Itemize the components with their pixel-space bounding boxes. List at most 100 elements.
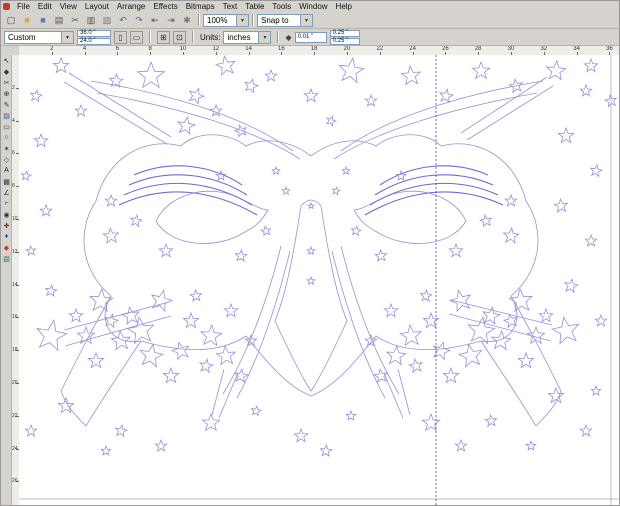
shooting-star-trail[interactable] xyxy=(450,299,553,326)
mask-outline-path[interactable] xyxy=(510,295,562,392)
interactive-fill-tool[interactable]: ▧ xyxy=(1,253,12,264)
zoom-tool[interactable]: ⊕ xyxy=(1,88,12,99)
mask-outline-path[interactable] xyxy=(340,245,400,395)
cut-icon[interactable]: ✂ xyxy=(67,13,83,27)
text-tool[interactable]: A xyxy=(1,165,12,176)
table-tool[interactable]: ▦ xyxy=(1,176,12,187)
app-window: File Edit View Layout Arrange Effects Bitmaps T… xyxy=(0,0,620,506)
landscape-orientation-button[interactable]: ▭ xyxy=(130,30,143,44)
mask-outline-path[interactable] xyxy=(85,340,142,427)
rectangle-tool[interactable]: ▭ xyxy=(1,121,12,132)
toolbar-separator xyxy=(198,14,200,26)
shooting-star-trail[interactable] xyxy=(397,368,411,416)
shooting-star-trail[interactable] xyxy=(63,81,168,145)
eyedropper-tool[interactable]: ✚ xyxy=(1,220,12,231)
shooting-star-trail[interactable] xyxy=(218,372,239,419)
copy-icon[interactable]: ▥ xyxy=(83,13,99,27)
star-shapes[interactable] xyxy=(20,55,618,458)
ruler-label: 18 xyxy=(310,46,318,52)
menu-item-edit[interactable]: Edit xyxy=(34,2,56,12)
redo-icon[interactable]: ↷ xyxy=(131,13,147,27)
eyelash-stroke[interactable] xyxy=(364,191,504,216)
ellipse-tool[interactable]: ○ xyxy=(1,132,12,143)
app-icon xyxy=(3,3,10,10)
zoom-level-combo[interactable]: 100% ▾ xyxy=(203,13,249,27)
mask-outline-path[interactable] xyxy=(480,340,537,427)
current-page-button[interactable]: ⊡ xyxy=(173,30,186,44)
mask-outline-path[interactable] xyxy=(60,390,87,427)
ruler-label: 4 xyxy=(12,117,15,124)
ruler-label: 22 xyxy=(376,46,384,52)
menu-item-view[interactable]: View xyxy=(56,2,81,12)
export-icon[interactable]: ⇥ xyxy=(163,13,179,27)
application-launcher-icon[interactable]: ✱ xyxy=(179,13,195,27)
duplicate-distance-y-field[interactable]: 0.25 " xyxy=(329,37,360,45)
ruler-label: 6 xyxy=(12,150,15,157)
page-width-field[interactable]: 36.0 " xyxy=(77,29,111,37)
smart-fill-tool[interactable]: ▨ xyxy=(1,110,12,121)
dimension-tool[interactable]: ∠ xyxy=(1,187,12,198)
mask-outline-path[interactable] xyxy=(274,199,348,392)
fill-tool[interactable]: ◆ xyxy=(1,242,12,253)
shape-tool[interactable]: ◆ xyxy=(1,66,12,77)
blend-tool[interactable]: ◉ xyxy=(1,209,12,220)
page-height-field[interactable]: 24.0 " xyxy=(77,37,111,45)
freehand-tool[interactable]: ✎ xyxy=(1,99,12,110)
chevron-down-icon[interactable]: ▾ xyxy=(236,14,248,26)
shooting-star-trail[interactable] xyxy=(211,368,225,416)
outline-pen-tool[interactable]: ♦ xyxy=(1,231,12,242)
units-combo[interactable]: inches ▾ xyxy=(223,30,272,44)
snap-to-combo[interactable]: Snap to ▾ xyxy=(257,13,313,27)
mask-outline-path[interactable] xyxy=(155,190,269,244)
print-icon[interactable]: ▤ xyxy=(51,13,67,27)
shooting-star-trail[interactable] xyxy=(383,372,404,419)
ruler-label: 6 xyxy=(115,46,120,52)
ruler-label: 24 xyxy=(12,445,18,452)
menu-item-file[interactable]: File xyxy=(13,2,34,12)
mask-outline-path[interactable] xyxy=(535,390,562,427)
menu-item-arrange[interactable]: Arrange xyxy=(113,2,149,12)
property-bar: Custom ▾ 36.0 " 24.0 " ▯ ▭ ⊞ ⊡ Units: in… xyxy=(1,29,619,46)
menu-item-table[interactable]: Table xyxy=(241,2,268,12)
eyelash-stroke[interactable] xyxy=(118,191,258,216)
all-pages-button[interactable]: ⊞ xyxy=(157,30,170,44)
mask-outline-path[interactable] xyxy=(331,250,386,399)
chevron-down-icon[interactable]: ▾ xyxy=(300,14,312,26)
shooting-star-trail[interactable] xyxy=(466,85,554,141)
portrait-orientation-button[interactable]: ▯ xyxy=(114,30,127,44)
menu-item-effects[interactable]: Effects xyxy=(149,2,181,12)
nudge-offset-field[interactable]: 0.01 " xyxy=(294,31,327,43)
new-document-icon[interactable]: ▢ xyxy=(3,13,19,27)
mask-outline-path[interactable] xyxy=(222,245,282,395)
menu-item-tools[interactable]: Tools xyxy=(268,2,295,12)
mask-outline-path[interactable] xyxy=(236,250,291,399)
chevron-down-icon[interactable]: ▾ xyxy=(61,31,73,43)
ruler-label: 12 xyxy=(12,248,18,255)
polygon-tool[interactable]: ✶ xyxy=(1,143,12,154)
page-size-preset-combo[interactable]: Custom ▾ xyxy=(4,30,74,44)
import-icon[interactable]: ⇤ xyxy=(147,13,163,27)
ruler-label: 28 xyxy=(474,46,482,52)
mask-outline-path[interactable] xyxy=(60,295,112,392)
shooting-star-trail[interactable] xyxy=(460,76,548,134)
mask-outline-path[interactable] xyxy=(353,190,467,244)
duplicate-distance-x-field[interactable]: 0.25 " xyxy=(329,29,360,37)
connector-tool[interactable]: ⌐ xyxy=(1,198,12,209)
save-icon[interactable]: ■ xyxy=(35,13,51,27)
menu-item-window[interactable]: Window xyxy=(295,2,331,12)
menu-item-text[interactable]: Text xyxy=(219,2,242,12)
menu-item-layout[interactable]: Layout xyxy=(81,2,113,12)
ruler-label: 26 xyxy=(12,478,18,485)
menu-item-bitmaps[interactable]: Bitmaps xyxy=(182,2,219,12)
open-folder-icon[interactable]: ■ xyxy=(19,13,35,27)
pick-tool[interactable]: ↖ xyxy=(1,55,12,66)
mask-outline-path[interactable] xyxy=(83,134,539,397)
undo-icon[interactable]: ↶ xyxy=(115,13,131,27)
standard-toolbar: ▢ ■ ■ ▤ ✂ ▥ ▨ ↶ ↷ ⇤ ⇥ ✱ 100% ▾ Snap to ▾ xyxy=(1,12,619,29)
crop-tool[interactable]: ✂ xyxy=(1,77,12,88)
chevron-down-icon[interactable]: ▾ xyxy=(258,31,271,43)
menu-item-help[interactable]: Help xyxy=(332,2,356,12)
basic-shapes-tool[interactable]: ◇ xyxy=(1,154,12,165)
paste-icon[interactable]: ▨ xyxy=(99,13,115,27)
drawing-canvas[interactable] xyxy=(19,55,619,505)
